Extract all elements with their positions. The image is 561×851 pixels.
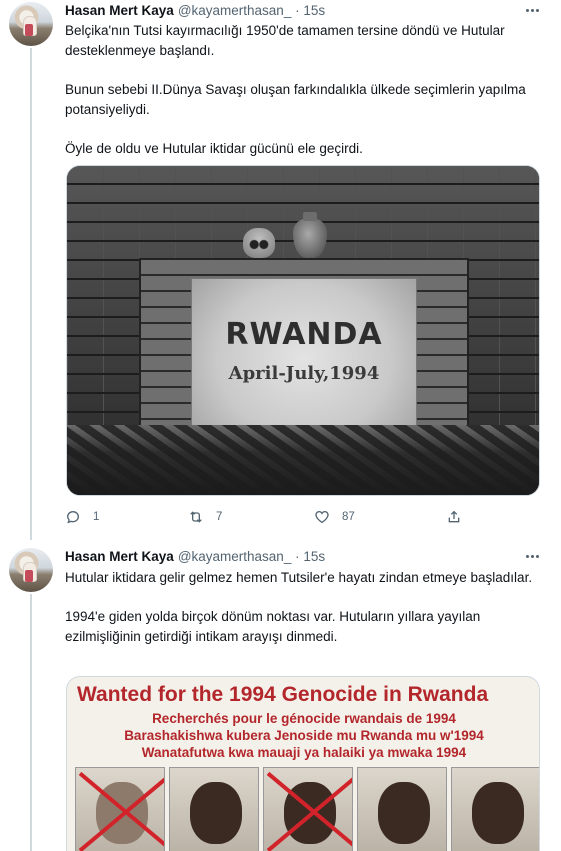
tweet-paragraph: 1994'e giden yolda birçok dönüm noktası … (65, 609, 481, 644)
wanted-photo (357, 767, 447, 851)
wanted-photos (75, 767, 539, 851)
tweet-paragraph: Belçika'nın Tutsi kayırmacılığı 1950'de … (65, 23, 505, 58)
author-handle-time[interactable]: @kayamerthasan_ · 15s (178, 549, 325, 564)
poster-title: Wanted for the 1994 Genocide in Rwanda (77, 683, 489, 706)
thread-line (30, 594, 32, 851)
clay-pot (293, 212, 327, 258)
reply-icon (65, 509, 81, 525)
reply-button[interactable]: 1 (65, 507, 99, 527)
like-count: 87 (342, 511, 355, 523)
poster-line-swahili: Wanatafutwa kwa mauaji ya halaiki ya mwa… (141, 745, 467, 760)
like-button[interactable]: 87 (314, 507, 355, 527)
like-icon (314, 509, 330, 525)
skull (243, 228, 275, 258)
wanted-photo (263, 767, 353, 851)
tweet-actions: 1 7 87 (65, 507, 475, 527)
wanted-photo (169, 767, 259, 851)
author-name[interactable]: Hasan Mert Kaya (65, 3, 174, 18)
plaque-date: April-July,1994 (228, 363, 380, 384)
tweet-header: Hasan Mert Kaya @kayamerthasan_ · 15s (65, 0, 325, 20)
author-name[interactable]: Hasan Mert Kaya (65, 549, 174, 564)
retweet-count: 7 (216, 511, 223, 523)
tweet-header: Hasan Mert Kaya @kayamerthasan_ · 15s (65, 546, 325, 566)
tweet-1[interactable]: Hasan Mert Kaya @kayamerthasan_ · 15s Be… (0, 0, 561, 540)
thread-line (30, 48, 32, 540)
tweet-text: Belçika'nın Tutsi kayırmacılığı 1950'de … (65, 21, 547, 159)
retweet-button[interactable]: 7 (188, 507, 222, 527)
more-icon[interactable] (520, 546, 544, 566)
more-icon[interactable] (520, 0, 544, 20)
reply-count: 1 (93, 511, 100, 523)
tweet-paragraph: Öyle de oldu ve Hutular iktidar gücünü e… (65, 141, 363, 156)
share-button[interactable] (446, 507, 462, 527)
author-handle-time[interactable]: @kayamerthasan_ · 15s (178, 3, 325, 18)
avatar[interactable] (9, 548, 53, 592)
wanted-photo (451, 767, 539, 851)
wanted-photo (75, 767, 165, 851)
tweet-paragraph: Bunun sebebi II.Dünya Savaşı oluşan fark… (65, 82, 526, 117)
retweet-icon (188, 509, 204, 525)
avatar[interactable] (9, 2, 53, 46)
tweet-2[interactable]: Hasan Mert Kaya @kayamerthasan_ · 15s Hu… (0, 546, 561, 851)
debris (67, 425, 539, 495)
plaque-title: RWANDA (225, 317, 383, 352)
share-icon (446, 509, 462, 525)
tweet-image-wanted-poster[interactable]: Wanted for the 1994 Genocide in Rwanda R… (66, 676, 540, 851)
tweet-paragraph: Hutular iktidara gelir gelmez hemen Tuts… (65, 570, 533, 585)
poster-line-kinyarwanda: Barashakishwa kubera Jenoside mu Rwanda … (124, 728, 484, 743)
tweet-image-rwanda-memorial[interactable]: RWANDA April-July,1994 (66, 165, 540, 496)
poster-line-french: Recherchés pour le génocide rwandais de … (152, 711, 456, 726)
tweet-text: Hutular iktidara gelir gelmez hemen Tuts… (65, 568, 547, 647)
